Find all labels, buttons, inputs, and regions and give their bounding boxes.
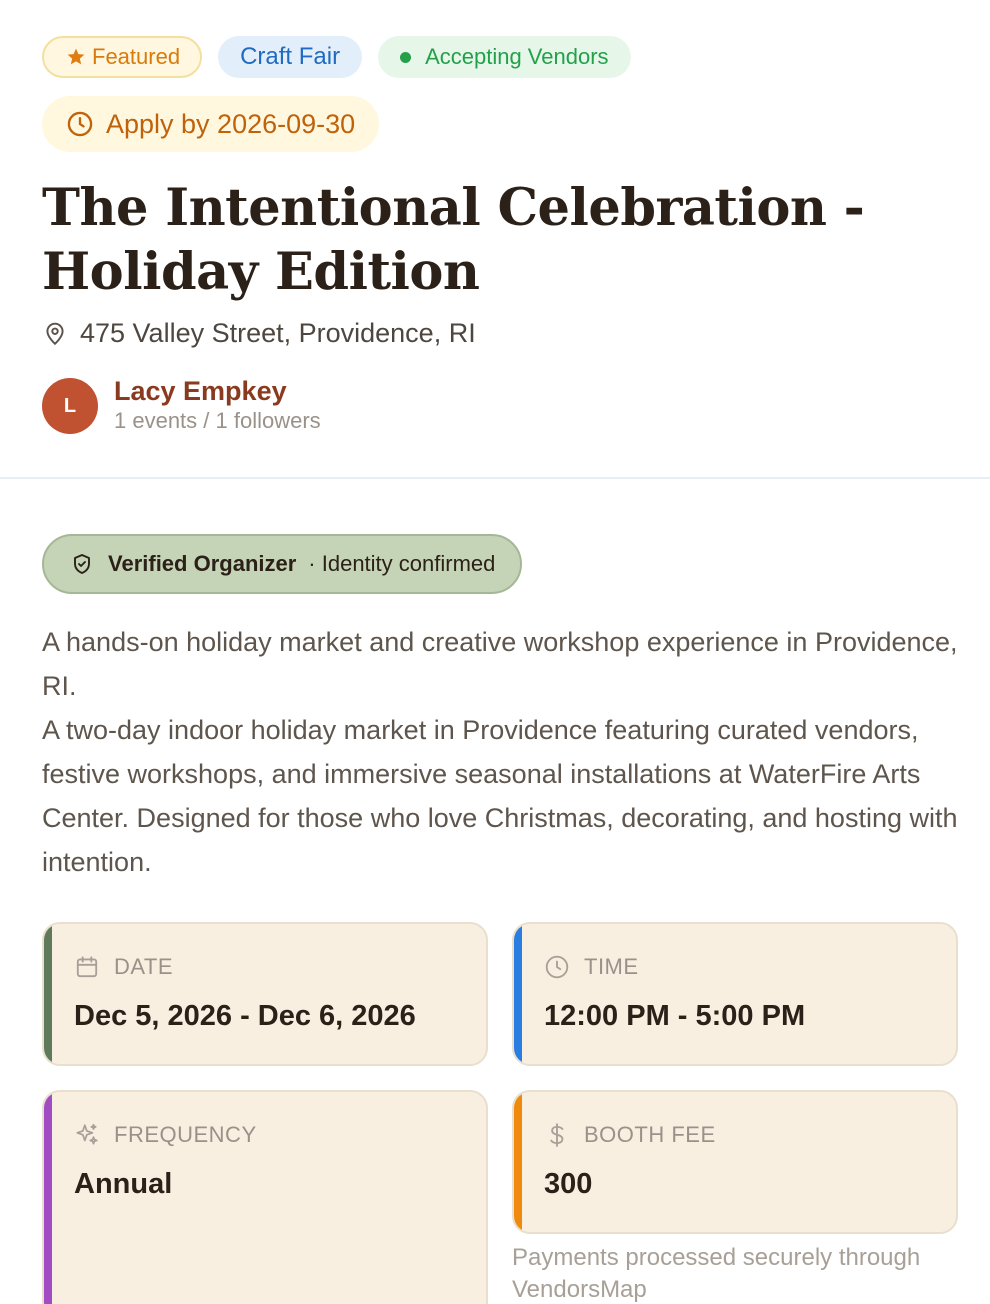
frequency-card-header: FREQUENCY (74, 1122, 257, 1148)
calendar-icon (76, 956, 98, 978)
dollar-icon (550, 1123, 564, 1147)
category-label: Craft Fair (240, 43, 341, 70)
verified-title: Verified Organizer (108, 551, 297, 576)
map-pin-icon (46, 322, 64, 345)
deadline-label: Apply by 2026-09-30 (106, 108, 356, 139)
organizer-card[interactable]: L Lacy Empkey 1 events / 1 followers (42, 376, 321, 436)
featured-label: Featured (92, 44, 181, 69)
organizer-info: Lacy Empkey 1 events / 1 followers (114, 376, 321, 436)
event-title: The Intentional Celebration - Holiday Ed… (42, 178, 865, 302)
frequency-label: FREQUENCY (114, 1122, 257, 1147)
badge-row: Featured Craft Fair Accepting Vendors (42, 36, 631, 78)
organizer-stats: 1 events / 1 followers (114, 408, 321, 433)
status-label: Accepting Vendors (425, 44, 609, 69)
date-value: Dec 5, 2026 - Dec 6, 2026 (74, 1000, 416, 1032)
date-card-header: DATE (74, 954, 173, 980)
time-value: 12:00 PM - 5:00 PM (544, 1000, 806, 1032)
description-body: A two-day indoor holiday market in Provi… (42, 715, 958, 877)
shield-check-icon (74, 554, 90, 574)
featured-badge: Featured (42, 36, 203, 78)
date-card: DATE Dec 5, 2026 - Dec 6, 2026 (42, 922, 488, 1066)
description-summary: A hands-on holiday market and creative w… (42, 627, 958, 701)
time-card: TIME 12:00 PM - 5:00 PM (512, 922, 958, 1066)
frequency-value: Annual (74, 1168, 173, 1200)
booth-fee-card: BOOTH FEE 300 (512, 1090, 958, 1234)
event-location[interactable]: 475 Valley Street, Providence, RI (42, 318, 476, 349)
payment-note: Payments processed securely through Vend… (512, 1244, 921, 1303)
organizer-name[interactable]: Lacy Empkey (114, 376, 321, 406)
event-description: A hands-on holiday market and creative w… (42, 620, 962, 884)
status-dot-icon (400, 51, 412, 63)
star-icon (67, 48, 85, 65)
booth-fee-label: BOOTH FEE (584, 1122, 716, 1147)
clock-icon (545, 955, 569, 979)
clock-icon (67, 111, 93, 137)
frequency-card: FREQUENCY Annual (42, 1090, 488, 1304)
date-label: DATE (114, 954, 174, 979)
verified-subtitle: · Identity confirmed (308, 551, 496, 576)
booth-fee-card-accent (514, 1092, 522, 1232)
booth-fee-value: 300 (544, 1168, 593, 1200)
avatar: L (42, 378, 98, 434)
section-divider (0, 477, 990, 479)
date-card-accent (44, 924, 52, 1064)
time-card-header: TIME (544, 954, 639, 980)
category-badge[interactable]: Craft Fair (218, 36, 363, 78)
application-deadline: Apply by 2026-09-30 (42, 96, 380, 152)
location-text: 475 Valley Street, Providence, RI (80, 318, 476, 348)
sparkle-icon (76, 1123, 98, 1145)
vendor-status-badge: Accepting Vendors (378, 36, 631, 78)
time-card-accent (514, 924, 522, 1064)
booth-fee-card-header: BOOTH FEE (544, 1122, 716, 1148)
frequency-card-accent (44, 1092, 52, 1304)
time-label: TIME (584, 954, 639, 979)
verified-organizer-badge: Verified Organizer · Identity confirmed (42, 534, 523, 594)
